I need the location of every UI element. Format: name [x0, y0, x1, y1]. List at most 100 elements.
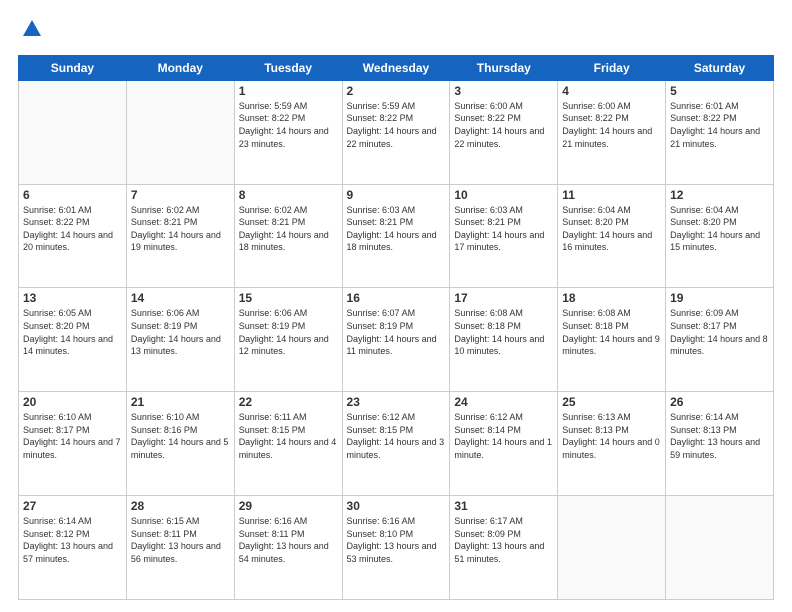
day-info: Sunrise: 6:02 AM Sunset: 8:21 PM Dayligh… [239, 204, 338, 254]
day-number: 17 [454, 291, 553, 305]
day-number: 31 [454, 499, 553, 513]
day-info: Sunrise: 6:00 AM Sunset: 8:22 PM Dayligh… [454, 100, 553, 150]
day-number: 3 [454, 84, 553, 98]
weekday-header-tuesday: Tuesday [234, 55, 342, 80]
day-info: Sunrise: 6:16 AM Sunset: 8:10 PM Dayligh… [347, 515, 446, 565]
day-number: 27 [23, 499, 122, 513]
calendar-cell: 19 Sunrise: 6:09 AM Sunset: 8:17 PM Dayli… [666, 288, 774, 392]
day-number: 22 [239, 395, 338, 409]
calendar-cell: 6Sunrise: 6:01 AM Sunset: 8:22 PM Daylig… [19, 184, 127, 288]
calendar-cell: 26 Sunrise: 6:14 AM Sunset: 8:13 PM Dayli… [666, 392, 774, 496]
day-number: 26 [670, 395, 769, 409]
calendar-cell: 23 Sunrise: 6:12 AM Sunset: 8:15 PM Dayli… [342, 392, 450, 496]
day-info: Sunrise: 6:10 AM Sunset: 8:17 PM Dayligh… [23, 411, 122, 461]
calendar-cell [558, 496, 666, 600]
calendar-cell: 10 Sunrise: 6:03 AM Sunset: 8:21 PM Dayli… [450, 184, 558, 288]
calendar-cell: 8 Sunrise: 6:02 AM Sunset: 8:21 PM Daylig… [234, 184, 342, 288]
calendar-cell: 13 Sunrise: 6:05 AM Sunset: 8:20 PM Dayli… [19, 288, 127, 392]
day-number: 12 [670, 188, 769, 202]
day-info: Sunrise: 6:10 AM Sunset: 8:16 PM Dayligh… [131, 411, 230, 461]
calendar-cell: 18Sunrise: 6:08 AM Sunset: 8:18 PM Dayli… [558, 288, 666, 392]
weekday-header-monday: Monday [126, 55, 234, 80]
logo [18, 18, 43, 45]
week-row-3: 20 Sunrise: 6:10 AM Sunset: 8:17 PM Dayli… [19, 392, 774, 496]
day-info: Sunrise: 6:12 AM Sunset: 8:15 PM Dayligh… [347, 411, 446, 461]
day-info: Sunrise: 6:08 AM Sunset: 8:18 PM Dayligh… [454, 307, 553, 357]
calendar-cell: 16 Sunrise: 6:07 AM Sunset: 8:19 PM Dayli… [342, 288, 450, 392]
weekday-header-friday: Friday [558, 55, 666, 80]
day-info: Sunrise: 6:13 AM Sunset: 8:13 PM Dayligh… [562, 411, 661, 461]
day-info: Sunrise: 6:06 AM Sunset: 8:19 PM Dayligh… [131, 307, 230, 357]
day-number: 14 [131, 291, 230, 305]
day-info: Sunrise: 6:17 AM Sunset: 8:09 PM Dayligh… [454, 515, 553, 565]
day-info: Sunrise: 6:14 AM Sunset: 8:13 PM Dayligh… [670, 411, 769, 461]
day-number: 30 [347, 499, 446, 513]
calendar-cell: 14 Sunrise: 6:06 AM Sunset: 8:19 PM Dayli… [126, 288, 234, 392]
day-number: 23 [347, 395, 446, 409]
calendar-cell [126, 80, 234, 184]
logo-text [18, 18, 43, 45]
calendar-cell: 1 Sunrise: 5:59 AM Sunset: 8:22 PM Daylig… [234, 80, 342, 184]
weekday-header-thursday: Thursday [450, 55, 558, 80]
calendar-cell [666, 496, 774, 600]
day-number: 28 [131, 499, 230, 513]
day-number: 8 [239, 188, 338, 202]
day-info: Sunrise: 6:11 AM Sunset: 8:15 PM Dayligh… [239, 411, 338, 461]
day-info: Sunrise: 6:05 AM Sunset: 8:20 PM Dayligh… [23, 307, 122, 357]
day-info: Sunrise: 6:04 AM Sunset: 8:20 PM Dayligh… [670, 204, 769, 254]
logo-icon [21, 18, 43, 40]
day-info: Sunrise: 6:09 AM Sunset: 8:17 PM Dayligh… [670, 307, 769, 357]
calendar-cell: 15 Sunrise: 6:06 AM Sunset: 8:19 PM Dayli… [234, 288, 342, 392]
day-info: Sunrise: 6:06 AM Sunset: 8:19 PM Dayligh… [239, 307, 338, 357]
calendar-cell: 29 Sunrise: 6:16 AM Sunset: 8:11 PM Dayli… [234, 496, 342, 600]
day-number: 2 [347, 84, 446, 98]
day-number: 18 [562, 291, 661, 305]
day-number: 20 [23, 395, 122, 409]
calendar-table: SundayMondayTuesdayWednesdayThursdayFrid… [18, 55, 774, 600]
day-number: 29 [239, 499, 338, 513]
day-number: 15 [239, 291, 338, 305]
week-row-4: 27 Sunrise: 6:14 AM Sunset: 8:12 PM Dayli… [19, 496, 774, 600]
weekday-header-row: SundayMondayTuesdayWednesdayThursdayFrid… [19, 55, 774, 80]
day-info: Sunrise: 6:16 AM Sunset: 8:11 PM Dayligh… [239, 515, 338, 565]
calendar-cell: 12 Sunrise: 6:04 AM Sunset: 8:20 PM Dayli… [666, 184, 774, 288]
calendar-cell: 31 Sunrise: 6:17 AM Sunset: 8:09 PM Dayli… [450, 496, 558, 600]
day-number: 5 [670, 84, 769, 98]
page: SundayMondayTuesdayWednesdayThursdayFrid… [0, 0, 792, 612]
calendar-cell: 25 Sunrise: 6:13 AM Sunset: 8:13 PM Dayli… [558, 392, 666, 496]
day-info: Sunrise: 6:01 AM Sunset: 8:22 PM Dayligh… [670, 100, 769, 150]
day-info: Sunrise: 6:12 AM Sunset: 8:14 PM Dayligh… [454, 411, 553, 461]
day-info: Sunrise: 6:03 AM Sunset: 8:21 PM Dayligh… [454, 204, 553, 254]
calendar-cell: 28Sunrise: 6:15 AM Sunset: 8:11 PM Dayli… [126, 496, 234, 600]
calendar-cell: 9Sunrise: 6:03 AM Sunset: 8:21 PM Daylig… [342, 184, 450, 288]
weekday-header-sunday: Sunday [19, 55, 127, 80]
week-row-0: 1 Sunrise: 5:59 AM Sunset: 8:22 PM Daylig… [19, 80, 774, 184]
calendar-cell: 20 Sunrise: 6:10 AM Sunset: 8:17 PM Dayli… [19, 392, 127, 496]
day-number: 13 [23, 291, 122, 305]
calendar-cell: 21 Sunrise: 6:10 AM Sunset: 8:16 PM Dayli… [126, 392, 234, 496]
calendar-cell: 27 Sunrise: 6:14 AM Sunset: 8:12 PM Dayli… [19, 496, 127, 600]
calendar-cell: 11Sunrise: 6:04 AM Sunset: 8:20 PM Dayli… [558, 184, 666, 288]
calendar-cell: 24 Sunrise: 6:12 AM Sunset: 8:14 PM Dayli… [450, 392, 558, 496]
header [18, 18, 774, 45]
calendar-cell: 30 Sunrise: 6:16 AM Sunset: 8:10 PM Dayli… [342, 496, 450, 600]
day-number: 1 [239, 84, 338, 98]
day-info: Sunrise: 5:59 AM Sunset: 8:22 PM Dayligh… [347, 100, 446, 150]
day-number: 6 [23, 188, 122, 202]
week-row-2: 13 Sunrise: 6:05 AM Sunset: 8:20 PM Dayli… [19, 288, 774, 392]
day-info: Sunrise: 6:07 AM Sunset: 8:19 PM Dayligh… [347, 307, 446, 357]
calendar-cell: 4Sunrise: 6:00 AM Sunset: 8:22 PM Daylig… [558, 80, 666, 184]
day-info: Sunrise: 5:59 AM Sunset: 8:22 PM Dayligh… [239, 100, 338, 150]
day-number: 19 [670, 291, 769, 305]
calendar-cell: 3 Sunrise: 6:00 AM Sunset: 8:22 PM Daylig… [450, 80, 558, 184]
day-number: 25 [562, 395, 661, 409]
day-number: 7 [131, 188, 230, 202]
day-info: Sunrise: 6:14 AM Sunset: 8:12 PM Dayligh… [23, 515, 122, 565]
day-number: 21 [131, 395, 230, 409]
day-number: 16 [347, 291, 446, 305]
calendar-cell: 2 Sunrise: 5:59 AM Sunset: 8:22 PM Daylig… [342, 80, 450, 184]
day-number: 10 [454, 188, 553, 202]
day-number: 24 [454, 395, 553, 409]
week-row-1: 6Sunrise: 6:01 AM Sunset: 8:22 PM Daylig… [19, 184, 774, 288]
day-number: 4 [562, 84, 661, 98]
